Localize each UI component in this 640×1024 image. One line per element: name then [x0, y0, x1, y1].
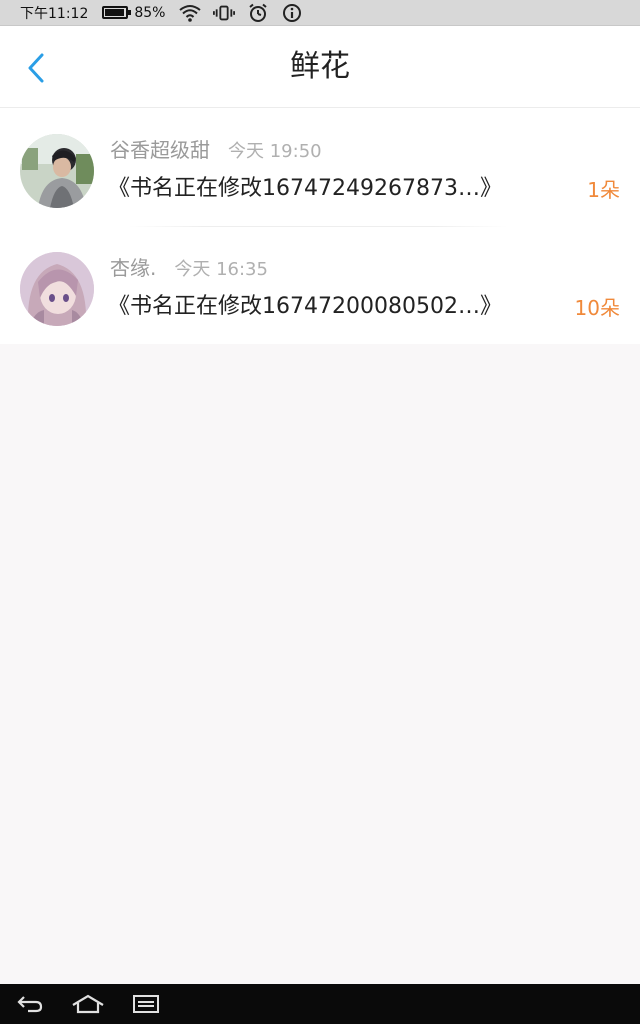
status-bar: 下午11:12 85% [0, 0, 640, 26]
item-meta: 谷香超级甜 今天 19:50 [110, 134, 322, 163]
battery-indicator: 85% [102, 5, 165, 21]
info-icon [281, 3, 303, 22]
book-title[interactable]: 《书名正在修改16747249267873…》 [108, 170, 502, 202]
back-icon [17, 996, 43, 1013]
timestamp: 今天 16:35 [174, 259, 268, 280]
book-title[interactable]: 《书名正在修改16747200080502…》 [108, 288, 502, 320]
flower-count: 10朵 [574, 296, 620, 320]
menu-icon [133, 995, 159, 1013]
alarm-icon [247, 3, 269, 22]
home-icon [72, 994, 104, 1014]
system-nav-bar [0, 984, 640, 1024]
vibrate-icon [213, 4, 236, 22]
list-item[interactable]: 谷香超级甜 今天 19:50 《书名正在修改16747249267873…》 1… [0, 108, 640, 226]
avatar[interactable] [20, 252, 94, 326]
battery-percent: 85% [134, 4, 166, 21]
status-time: 下午11:12 [20, 5, 89, 22]
nav-back-button[interactable] [2, 984, 58, 1024]
avatar[interactable] [20, 134, 94, 208]
wifi-icon [179, 4, 202, 22]
username[interactable]: 杏缘. [110, 252, 156, 281]
app-header: 鲜花 [0, 26, 640, 108]
nav-menu-button[interactable] [118, 984, 174, 1024]
battery-icon [102, 6, 132, 19]
nav-home-button[interactable] [60, 984, 116, 1024]
timestamp: 今天 19:50 [228, 141, 322, 162]
flower-count: 1朵 [587, 178, 620, 202]
flower-list: 谷香超级甜 今天 19:50 《书名正在修改16747249267873…》 1… [0, 108, 640, 344]
username[interactable]: 谷香超级甜 [110, 134, 210, 163]
page-title: 鲜花 [290, 49, 350, 84]
list-item[interactable]: 杏缘. 今天 16:35 《书名正在修改16747200080502…》 10朵 [0, 226, 640, 344]
item-meta: 杏缘. 今天 16:35 [110, 252, 268, 281]
